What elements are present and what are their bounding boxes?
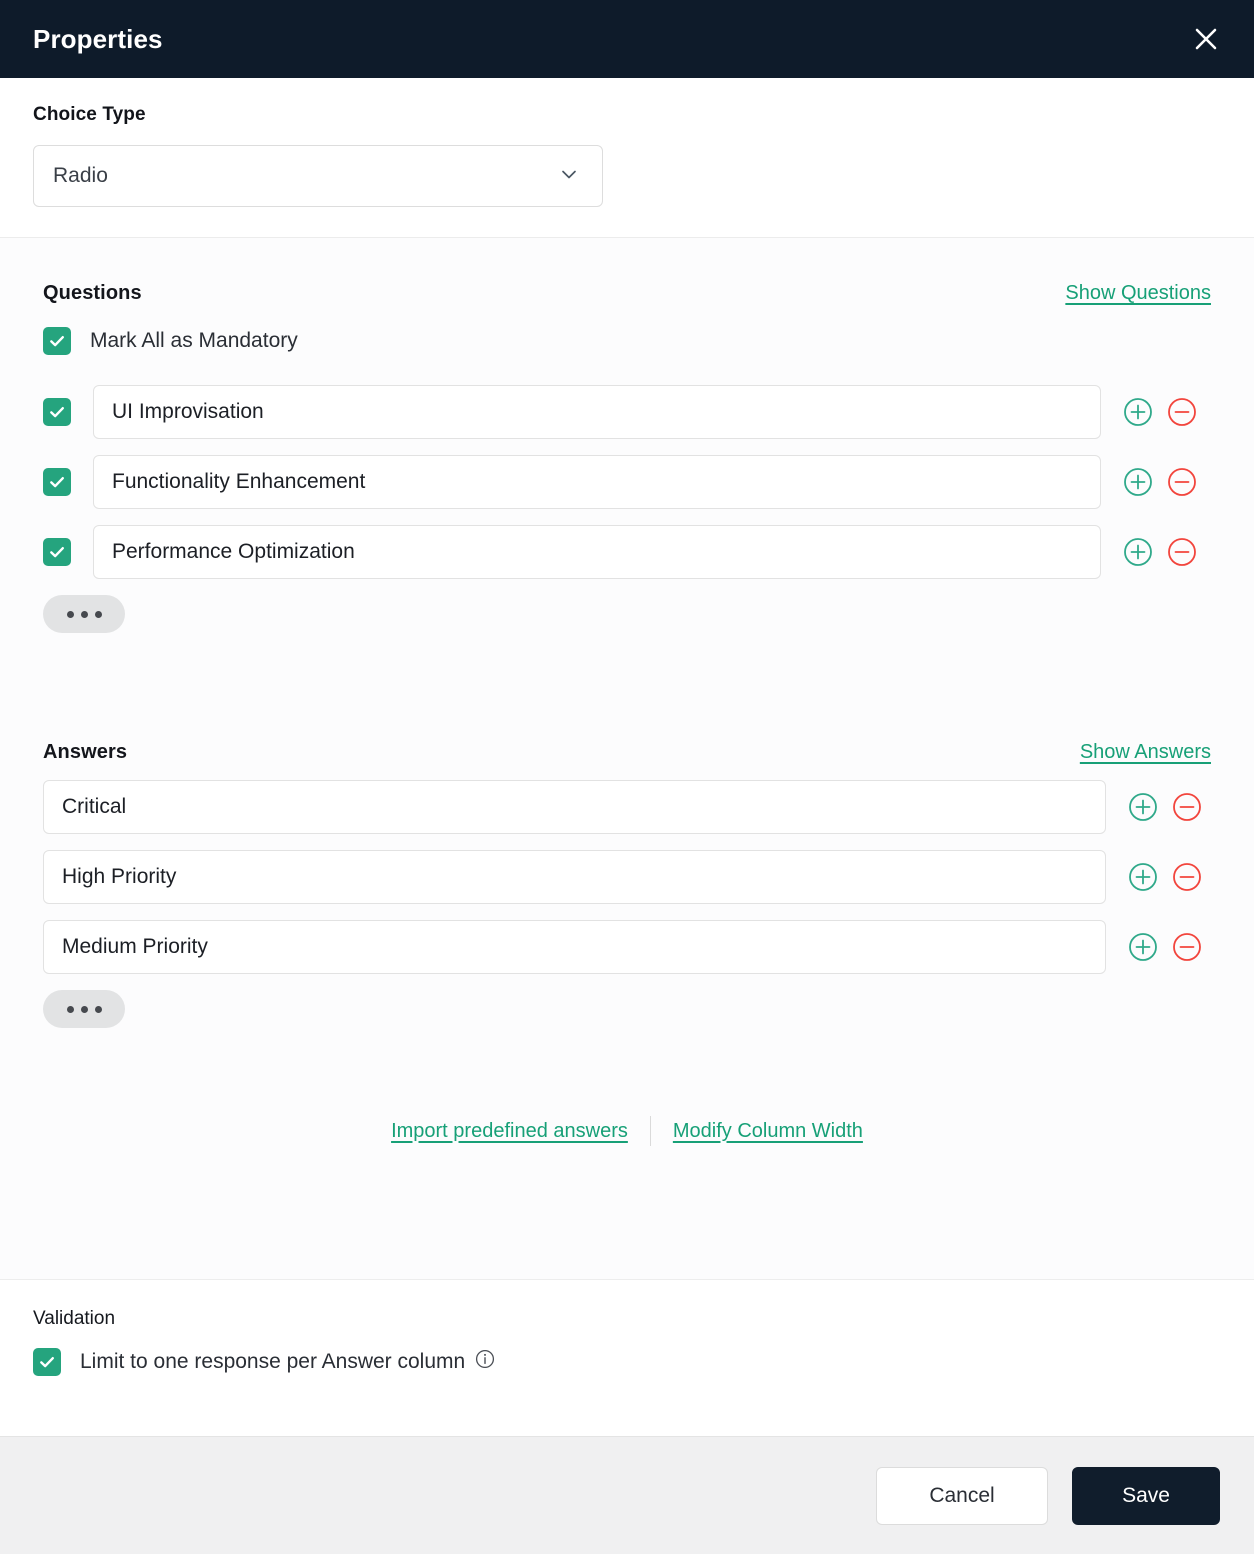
mark-all-mandatory-checkbox[interactable] [43,327,71,355]
add-question-button[interactable] [1123,537,1153,567]
answers-title: Answers [43,741,128,763]
ellipsis-icon [66,1005,102,1013]
plus-circle-icon [1128,792,1158,822]
answers-block: Answers Show Answers Critical High Prior… [43,741,1211,1028]
remove-answer-button[interactable] [1172,792,1202,822]
questions-header: Questions Show Questions [43,282,1211,305]
import-predefined-answers-link[interactable]: Import predefined answers [391,1120,628,1143]
validation-section: Validation Limit to one response per Ans… [0,1280,1254,1416]
answer-input[interactable]: Medium Priority [43,920,1106,974]
question-mandatory-checkbox[interactable] [43,538,71,566]
answer-row: High Priority [43,850,1211,904]
limit-response-label-wrap: Limit to one response per Answer column [80,1349,495,1375]
question-row: Performance Optimization [43,525,1211,579]
minus-circle-icon [1172,792,1202,822]
plus-circle-icon [1128,932,1158,962]
remove-answer-button[interactable] [1172,862,1202,892]
answers-header: Answers Show Answers [43,741,1211,764]
question-input[interactable]: Performance Optimization [93,525,1101,579]
question-mandatory-checkbox[interactable] [43,398,71,426]
answer-row-actions [1128,932,1202,962]
answer-input[interactable]: High Priority [43,850,1106,904]
add-answer-button[interactable] [1128,932,1158,962]
chevron-down-icon [556,161,582,192]
limit-response-row[interactable]: Limit to one response per Answer column [33,1348,1221,1376]
answer-tools-links: Import predefined answers Modify Column … [43,1116,1211,1146]
limit-response-checkbox[interactable] [33,1348,61,1376]
answer-input[interactable]: Critical [43,780,1106,834]
plus-circle-icon [1123,537,1153,567]
question-row: UI Improvisation [43,385,1211,439]
question-row-actions [1123,537,1197,567]
limit-response-label: Limit to one response per Answer column [80,1350,466,1373]
check-icon [37,1352,57,1372]
minus-circle-icon [1167,467,1197,497]
links-divider [649,1116,651,1146]
remove-question-button[interactable] [1167,397,1197,427]
answer-row: Medium Priority [43,920,1211,974]
modify-column-width-link[interactable]: Modify Column Width [673,1120,863,1143]
answer-row-actions [1128,792,1202,822]
choice-type-label: Choice Type [33,104,146,125]
question-mandatory-checkbox[interactable] [43,468,71,496]
question-row-actions [1123,397,1197,427]
info-icon[interactable] [475,1349,495,1375]
answers-more-button[interactable] [43,990,125,1028]
check-icon [47,472,67,492]
questions-title: Questions [43,282,142,304]
questions-more-button[interactable] [43,595,125,633]
add-question-button[interactable] [1123,397,1153,427]
mark-all-mandatory-label: Mark All as Mandatory [90,329,298,352]
show-questions-link[interactable]: Show Questions [1065,282,1211,305]
choice-type-section: Choice Type Radio [0,78,1254,238]
choice-type-select[interactable]: Radio [33,145,603,207]
cancel-button[interactable]: Cancel [876,1466,1048,1525]
question-input[interactable]: UI Improvisation [93,385,1101,439]
minus-circle-icon [1167,537,1197,567]
show-answers-link[interactable]: Show Answers [1080,741,1211,764]
remove-question-button[interactable] [1167,537,1197,567]
check-icon [47,331,67,351]
plus-circle-icon [1128,862,1158,892]
check-icon [47,402,67,422]
answer-row: Critical [43,780,1211,834]
question-row-actions [1123,467,1197,497]
add-question-button[interactable] [1123,467,1153,497]
answer-row-actions [1128,862,1202,892]
check-icon [47,542,67,562]
plus-circle-icon [1123,467,1153,497]
questions-block: Questions Show Questions Mark All as Man… [43,282,1211,633]
close-icon [1191,24,1221,54]
save-button[interactable]: Save [1072,1466,1220,1525]
mark-all-mandatory-row[interactable]: Mark All as Mandatory [43,327,1211,355]
dialog-footer: Cancel Save [0,1436,1254,1554]
plus-circle-icon [1123,397,1153,427]
add-answer-button[interactable] [1128,792,1158,822]
questions-answers-section: Questions Show Questions Mark All as Man… [0,238,1254,1280]
question-row: Functionality Enhancement [43,455,1211,509]
minus-circle-icon [1172,932,1202,962]
remove-answer-button[interactable] [1172,932,1202,962]
dialog-header: Properties [0,0,1254,78]
remove-question-button[interactable] [1167,467,1197,497]
minus-circle-icon [1167,397,1197,427]
close-button[interactable] [1184,17,1228,61]
question-input[interactable]: Functionality Enhancement [93,455,1101,509]
page-title: Properties [33,23,163,54]
minus-circle-icon [1172,862,1202,892]
ellipsis-icon [66,610,102,618]
choice-type-value: Radio [53,164,108,187]
validation-title: Validation [33,1308,116,1329]
add-answer-button[interactable] [1128,862,1158,892]
